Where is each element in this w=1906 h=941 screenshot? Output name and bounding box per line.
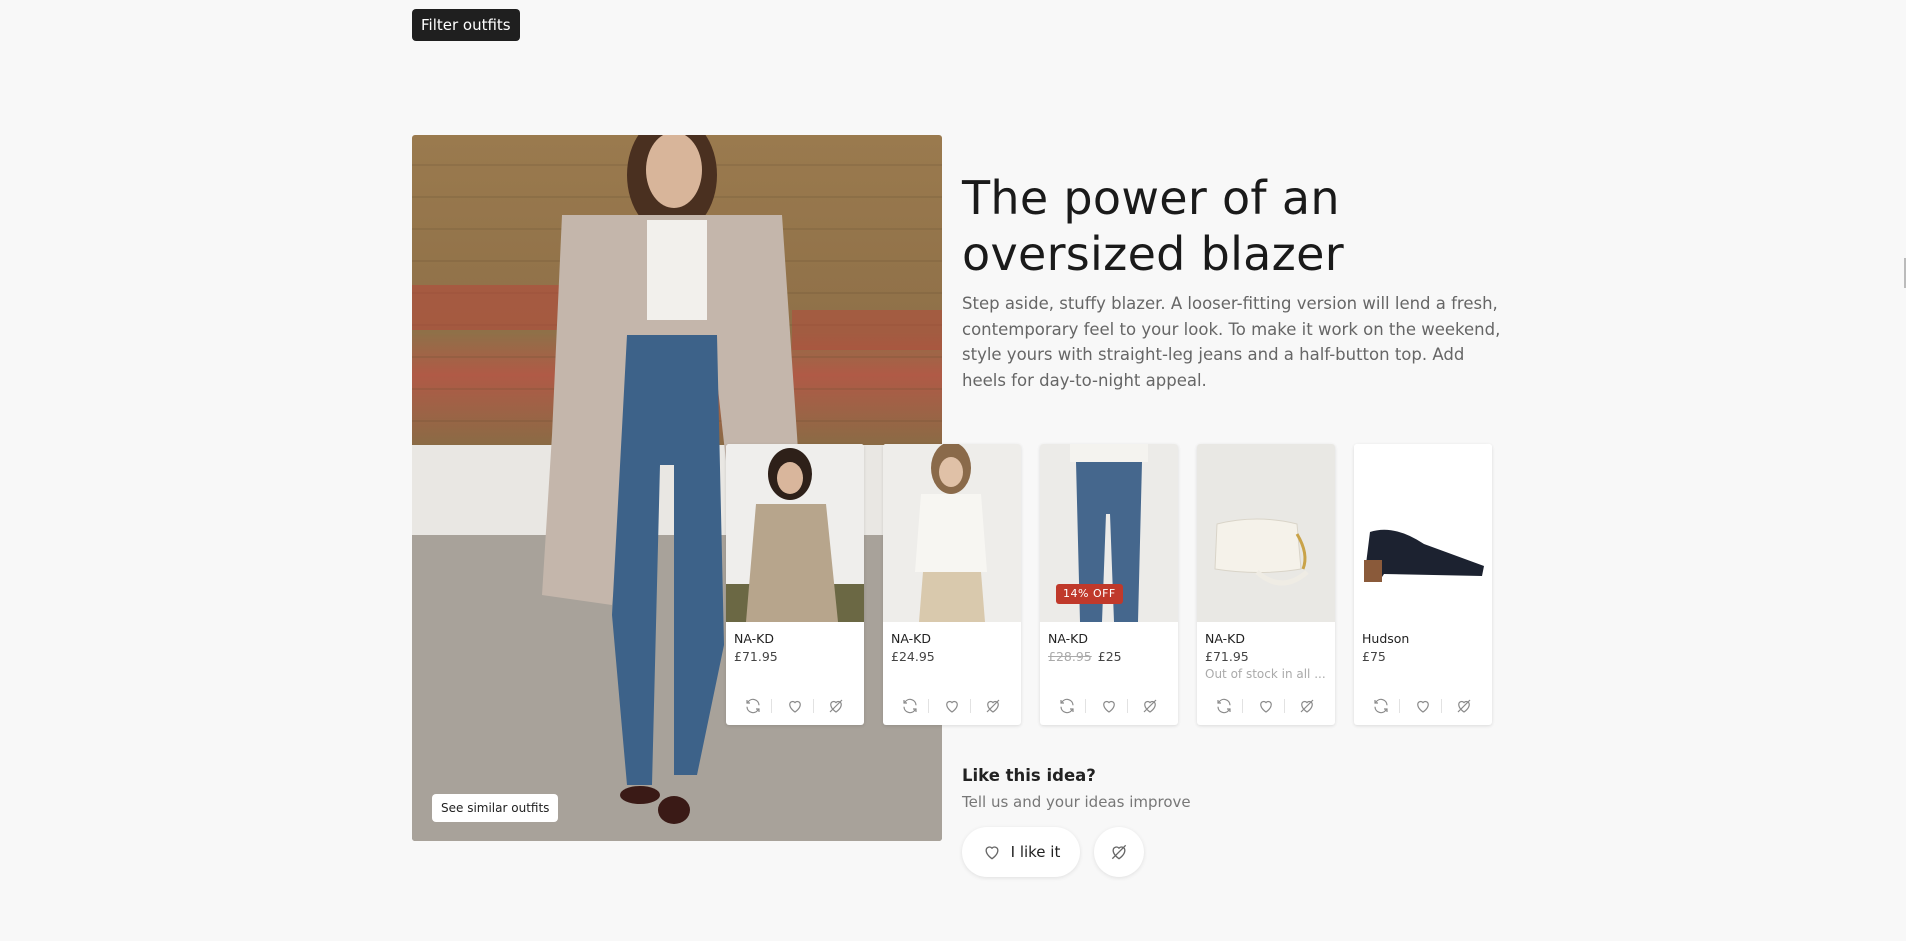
feedback-subtitle: Tell us and your ideas improve xyxy=(962,793,1191,811)
dislike-product-button[interactable] xyxy=(1295,694,1319,718)
heart-broken-icon xyxy=(1300,699,1314,713)
action-divider xyxy=(1399,699,1400,713)
like-outfit-button[interactable]: I like it xyxy=(962,827,1080,877)
product-old-price: £28.95 xyxy=(1048,649,1092,664)
product-actions xyxy=(1040,694,1178,718)
heart-broken-icon xyxy=(1143,699,1157,713)
discount-badge: 14% OFF xyxy=(1056,584,1123,604)
like-product-button[interactable] xyxy=(1411,694,1435,718)
action-divider xyxy=(771,699,772,713)
refresh-icon xyxy=(903,698,917,714)
action-divider xyxy=(1284,699,1285,713)
product-card[interactable]: NA-KD £71.95 xyxy=(726,444,864,725)
product-actions xyxy=(726,694,864,718)
heart-icon xyxy=(1417,700,1429,713)
product-price: £71.95 xyxy=(1205,649,1249,664)
action-divider xyxy=(1085,699,1086,713)
heart-icon xyxy=(946,700,958,713)
outfit-description: Step aside, stuffy blazer. A looser-fitt… xyxy=(962,294,1501,390)
refresh-icon xyxy=(1060,698,1074,714)
refresh-icon xyxy=(746,698,760,714)
product-image: 14% OFF xyxy=(1040,444,1178,622)
top-product-illustration xyxy=(883,444,1021,622)
outfit-title: The power of an oversized blazer xyxy=(962,171,1344,281)
dislike-product-button[interactable] xyxy=(1138,694,1162,718)
product-actions xyxy=(1354,694,1492,718)
like-product-button[interactable] xyxy=(1254,694,1278,718)
product-card[interactable]: 14% OFF NA-KD £28.95 £25 xyxy=(1040,444,1178,725)
product-brand: NA-KD xyxy=(1048,631,1088,646)
product-brand: NA-KD xyxy=(1205,631,1245,646)
like-product-button[interactable] xyxy=(940,694,964,718)
product-image xyxy=(1197,444,1335,622)
product-card[interactable]: NA-KD £71.95 Out of stock in all ... xyxy=(1197,444,1335,725)
product-price: £24.95 xyxy=(891,649,935,664)
product-price: £28.95 £25 xyxy=(1048,649,1122,664)
swap-product-button[interactable] xyxy=(1055,694,1079,718)
action-divider xyxy=(928,699,929,713)
product-sale-price: £25 xyxy=(1097,649,1122,664)
swap-product-button[interactable] xyxy=(1212,694,1236,718)
product-brand: Hudson xyxy=(1362,631,1410,646)
action-divider xyxy=(1127,699,1128,713)
heart-broken-icon xyxy=(986,699,1000,713)
product-image xyxy=(1354,444,1492,622)
product-brand: NA-KD xyxy=(891,631,931,646)
swap-product-button[interactable] xyxy=(1369,694,1393,718)
stock-status: Out of stock in all ... xyxy=(1205,667,1326,681)
product-price: £71.95 xyxy=(734,649,778,664)
swap-product-button[interactable] xyxy=(741,694,765,718)
dislike-outfit-button[interactable] xyxy=(1094,827,1144,877)
action-divider xyxy=(970,699,971,713)
filter-outfits-button[interactable]: Filter outfits xyxy=(412,9,520,41)
product-image xyxy=(726,444,864,622)
see-similar-outfits-button[interactable]: See similar outfits xyxy=(432,794,559,822)
swap-product-button[interactable] xyxy=(898,694,922,718)
like-product-button[interactable] xyxy=(1097,694,1121,718)
heels-product-illustration xyxy=(1354,444,1492,622)
product-price: £75 xyxy=(1362,649,1386,664)
action-divider xyxy=(1242,699,1243,713)
heart-broken-icon xyxy=(1111,844,1127,860)
dislike-product-button[interactable] xyxy=(981,694,1005,718)
refresh-icon xyxy=(1374,698,1388,714)
product-card[interactable]: Hudson £75 xyxy=(1354,444,1492,725)
heart-broken-icon xyxy=(1457,699,1471,713)
blazer-product-illustration xyxy=(726,444,864,622)
product-actions xyxy=(1197,694,1335,718)
action-divider xyxy=(1441,699,1442,713)
like-product-button[interactable] xyxy=(783,694,807,718)
heart-icon xyxy=(1260,700,1272,713)
bag-product-illustration xyxy=(1197,444,1335,622)
heart-icon xyxy=(1103,700,1115,713)
heart-icon xyxy=(985,846,999,860)
dislike-product-button[interactable] xyxy=(1452,694,1476,718)
heart-broken-icon xyxy=(829,699,843,713)
product-image xyxy=(883,444,1021,622)
product-brand: NA-KD xyxy=(734,631,774,646)
heart-icon xyxy=(789,700,801,713)
refresh-icon xyxy=(1217,698,1231,714)
dislike-product-button[interactable] xyxy=(824,694,848,718)
product-card[interactable]: NA-KD £24.95 xyxy=(883,444,1021,725)
feedback-question: Like this idea? xyxy=(962,766,1096,785)
action-divider xyxy=(813,699,814,713)
like-outfit-label: I like it xyxy=(1010,843,1061,861)
product-actions xyxy=(883,694,1021,718)
